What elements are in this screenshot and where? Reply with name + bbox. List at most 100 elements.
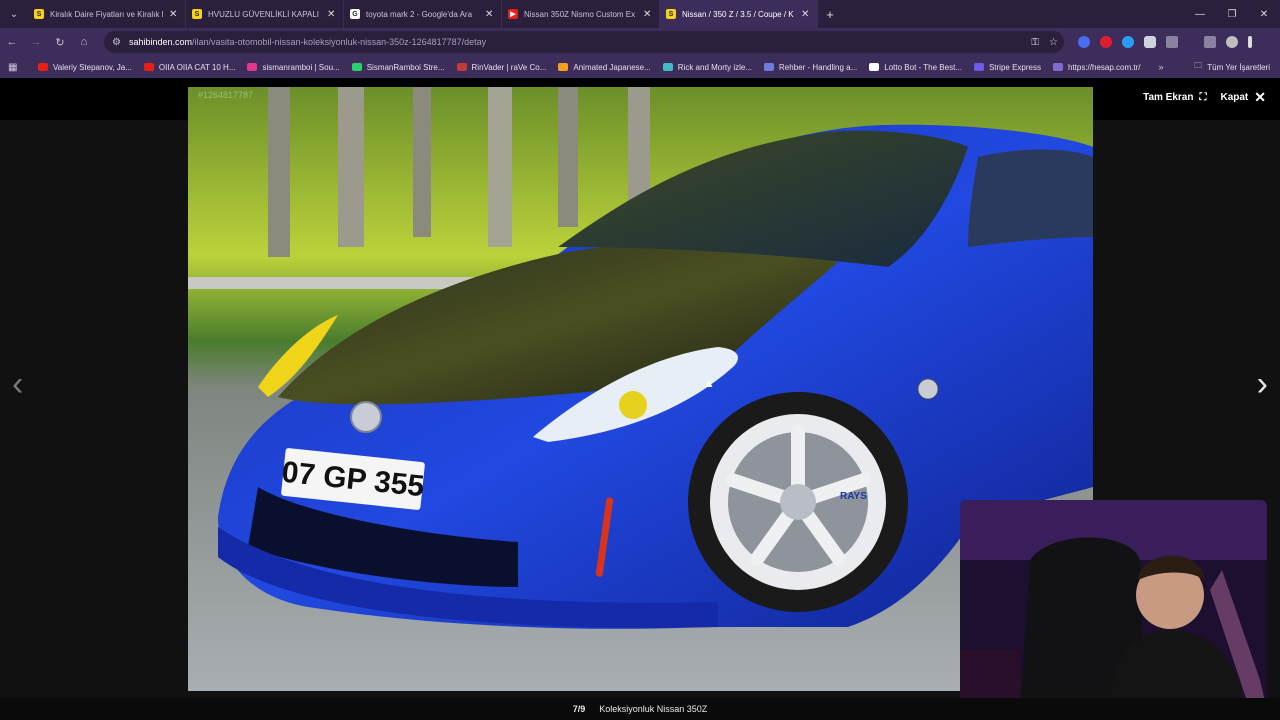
all-bookmarks[interactable]: 🗀 Tüm Yer İşaretleri <box>1194 56 1270 78</box>
close-tab-icon[interactable]: ✕ <box>643 9 653 20</box>
bookmark-item[interactable]: SismanRamboi Stre... <box>346 63 451 72</box>
photo-caption-bar: 7/9 Koleksiyonluk Nissan 350Z <box>0 698 1280 720</box>
bookmarks-bar: ▦ Valeriy Stepanov, Ja... OIIA OIIA CAT 1… <box>0 56 1280 78</box>
bookmark-label: RinVader | raVe Co... <box>471 62 547 72</box>
bookmark-favicon-icon <box>143 63 154 71</box>
bookmark-favicon-icon <box>456 63 467 71</box>
google-icon: G <box>350 9 360 19</box>
bookmark-label: Rick and Morty izle... <box>677 62 753 72</box>
bookmark-favicon-icon <box>38 63 48 71</box>
puzzle-icon[interactable] <box>1166 36 1178 48</box>
back-icon[interactable]: ← <box>0 28 24 56</box>
forward-icon[interactable]: → <box>24 28 48 56</box>
tab-title: Nissan / 350 Z / 3.5 / Coupe / K <box>682 9 794 19</box>
menu-icon[interactable] <box>1248 36 1252 48</box>
bookmark-favicon-icon <box>247 63 258 71</box>
bookmark-favicon-icon <box>973 63 984 71</box>
more-bookmarks-icon[interactable]: » <box>1146 62 1175 72</box>
extensions <box>1078 28 1252 56</box>
close-tab-icon[interactable]: ✕ <box>801 9 811 20</box>
photo-counter: 7/9 <box>572 704 586 714</box>
tab-3[interactable]: ▶ Nissan 350Z Nismo Custom Ex ✕ <box>502 0 660 28</box>
extension-icon-1[interactable] <box>1078 36 1090 48</box>
next-photo-icon[interactable]: › <box>1257 365 1268 404</box>
bookmark-item[interactable]: Animated Japanese... <box>552 63 656 72</box>
bookmark-favicon-icon <box>558 63 569 71</box>
photo-id: #1264817787 <box>198 90 254 100</box>
bookmark-item[interactable]: Lotto Bot - The Best... <box>863 63 968 72</box>
tab-bar: ⌄ S Kiralık Daire Fiyatları ve Kiralık E ✕… <box>0 0 1280 28</box>
tab-0[interactable]: S Kiralık Daire Fiyatları ve Kiralık E ✕ <box>28 0 186 28</box>
restore-icon[interactable]: ❐ <box>1216 0 1248 28</box>
sahibinden-icon: S <box>34 9 44 19</box>
home-icon[interactable]: ⌂ <box>72 28 96 56</box>
shield-icon[interactable] <box>1144 36 1156 48</box>
apps-grid-icon[interactable]: ▦ <box>8 62 32 73</box>
minimize-icon[interactable]: — <box>1184 0 1216 28</box>
close-viewer-button[interactable]: Kapat ✕ <box>1220 89 1266 106</box>
bookmark-item[interactable]: https://hesap.com.tr/ <box>1047 63 1146 72</box>
bookmark-favicon-icon <box>1052 63 1063 71</box>
sahibinden-icon: S <box>666 9 676 19</box>
bookmark-favicon-icon <box>351 63 362 71</box>
bookmark-item[interactable]: Stripe Express <box>968 63 1047 72</box>
fullscreen-icon: ⛶ <box>1199 92 1207 103</box>
extension-icon-2[interactable] <box>1100 36 1112 48</box>
close-window-icon[interactable]: ✕ <box>1248 0 1280 28</box>
fullscreen-label: Tam Ekran <box>1143 92 1194 103</box>
tab-4[interactable]: S Nissan / 350 Z / 3.5 / Coupe / K ✕ <box>660 0 818 28</box>
close-label: Kapat <box>1220 92 1249 103</box>
address-bar[interactable]: ⚙ sahibinden.com/ilan/vasita-otomobil-ni… <box>104 31 1064 53</box>
bookmark-item[interactable]: Valeriy Stepanov, Ja... <box>32 63 138 72</box>
bookmark-item[interactable]: sismanramboi | Sou... <box>241 63 345 72</box>
extension-icon-3[interactable] <box>1122 36 1134 48</box>
url-path: /ilan/vasita-otomobil-nissan-koleksiyonl… <box>192 37 487 47</box>
bookmark-label: sismanramboi | Sou... <box>262 62 340 72</box>
close-tab-icon[interactable]: ✕ <box>169 9 179 20</box>
youtube-icon: ▶ <box>508 9 518 19</box>
close-tab-icon[interactable]: ✕ <box>485 9 495 20</box>
car-photo-illustration: 07 GP 355 RAYS <box>188 87 1093 691</box>
profile-avatar[interactable] <box>1226 36 1238 48</box>
tab-title: Nissan 350Z Nismo Custom Ex <box>524 9 636 19</box>
tab-search-icon[interactable]: ⌄ <box>0 0 28 28</box>
tab-strip: S Kiralık Daire Fiyatları ve Kiralık E ✕ S H… <box>28 0 818 28</box>
photo-caption: Koleksiyonluk Nissan 350Z <box>599 704 708 714</box>
bookmark-label: Valeriy Stepanov, Ja... <box>53 62 132 72</box>
media-icon[interactable] <box>1204 36 1216 48</box>
bookmark-star-icon[interactable]: ☆ <box>1049 37 1058 48</box>
bookmark-label: https://hesap.com.tr/ <box>1067 62 1141 72</box>
folder-icon: 🗀 <box>1194 61 1203 70</box>
bookmark-item[interactable]: Rick and Morty izle... <box>657 63 758 72</box>
wheel-brand: RAYS <box>840 491 867 502</box>
window-controls: — ❐ ✕ <box>1184 0 1280 28</box>
image-viewer: 07 GP 355 RAYS #1264817787 Tam Ekran ⛶ K… <box>0 78 1280 720</box>
sahibinden-icon: S <box>192 9 202 19</box>
site-info-icon[interactable]: ⚙ <box>112 37 121 48</box>
tab-title: toyota mark 2 - Google'da Ara <box>366 9 473 19</box>
new-tab-button[interactable]: + <box>818 0 842 28</box>
tab-title: Kiralık Daire Fiyatları ve Kiralık E <box>50 9 163 19</box>
tab-2[interactable]: Gtoyota mark 2 - Google'da Ara ✕ <box>344 0 502 28</box>
bookmark-item[interactable]: Rehber - Handling a... <box>758 63 863 72</box>
url-host: sahibinden.com <box>128 37 193 47</box>
previous-photo-icon[interactable]: ‹ <box>12 365 23 404</box>
bookmark-list: Valeriy Stepanov, Ja... OIIA OIIA CAT 10 … <box>32 63 1146 72</box>
webcam-overlay <box>960 500 1267 710</box>
close-icon: ✕ <box>1254 89 1266 105</box>
tab-title: HVUZLU GÜVENLİKLİ KAPALI O <box>208 9 321 19</box>
bookmark-label: SismanRamboi Stre... <box>366 62 445 72</box>
omnibox-actions: ⚿ ☆ <box>1031 31 1058 53</box>
tab-1[interactable]: S HVUZLU GÜVENLİKLİ KAPALI O ✕ <box>186 0 344 28</box>
reload-icon[interactable]: ↻ <box>48 28 72 56</box>
bookmark-label: Stripe Express <box>988 62 1041 72</box>
url-text: sahibinden.com/ilan/vasita-otomobil-niss… <box>129 37 486 47</box>
fullscreen-button[interactable]: Tam Ekran ⛶ <box>1143 92 1206 103</box>
close-tab-icon[interactable]: ✕ <box>327 9 337 20</box>
bookmark-item[interactable]: RinVader | raVe Co... <box>451 63 553 72</box>
password-key-icon[interactable]: ⚿ <box>1031 37 1039 48</box>
webcam-illustration <box>960 500 1267 710</box>
bookmark-label: Animated Japanese... <box>573 62 651 72</box>
car-photo: 07 GP 355 RAYS <box>188 87 1093 691</box>
bookmark-item[interactable]: OIIA OIIA CAT 10 H... <box>138 63 242 72</box>
